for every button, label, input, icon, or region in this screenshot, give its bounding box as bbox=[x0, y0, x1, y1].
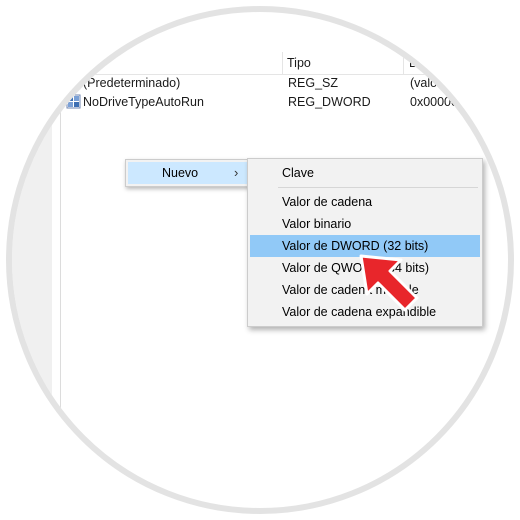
value-type: REG_DWORD bbox=[288, 95, 371, 109]
column-type-header[interactable]: Tipo bbox=[287, 56, 311, 70]
submenu-item-label: Clave bbox=[282, 166, 314, 180]
column-separator[interactable] bbox=[282, 52, 283, 74]
registry-editor-zoom: re Tipo Da ab (Predeterminado) REG_SZ (v… bbox=[0, 0, 520, 520]
value-name: NoDriveTypeAutoRun bbox=[83, 95, 204, 109]
string-value-icon: ab bbox=[66, 75, 81, 90]
table-row[interactable]: ab (Predeterminado) REG_SZ (valor n bbox=[61, 74, 520, 93]
submenu-item-clave[interactable]: Clave bbox=[250, 162, 480, 184]
svg-text:ab: ab bbox=[68, 79, 77, 88]
dword-value-icon bbox=[66, 94, 81, 109]
menu-item-label: Nuevo bbox=[162, 166, 199, 180]
value-data: (valor n bbox=[410, 76, 452, 90]
submenu-item-string[interactable]: Valor de cadena bbox=[250, 191, 480, 213]
value-data: 0x0000009 bbox=[410, 95, 472, 109]
submenu-item-label: Valor binario bbox=[282, 217, 352, 231]
column-name-header[interactable]: re bbox=[83, 56, 94, 70]
pane-splitter[interactable] bbox=[52, 0, 61, 520]
menu-divider bbox=[278, 187, 478, 188]
table-row[interactable]: NoDriveTypeAutoRun REG_DWORD 0x0000009 bbox=[61, 93, 520, 112]
context-menu: Nuevo › bbox=[125, 159, 251, 187]
submenu-item-binary[interactable]: Valor binario bbox=[250, 213, 480, 235]
submenu-item-label: Valor de cadena bbox=[282, 195, 373, 209]
column-data-header[interactable]: Da bbox=[409, 56, 425, 70]
column-header: re Tipo Da bbox=[61, 52, 520, 75]
pointer-arrow-icon bbox=[355, 246, 425, 318]
menu-item-nuevo[interactable]: Nuevo › bbox=[128, 162, 248, 184]
chevron-right-icon: › bbox=[234, 165, 239, 180]
column-separator[interactable] bbox=[403, 52, 404, 74]
value-name: (Predeterminado) bbox=[83, 76, 181, 90]
value-type: REG_SZ bbox=[288, 76, 339, 90]
tree-pane-edge bbox=[0, 0, 53, 520]
